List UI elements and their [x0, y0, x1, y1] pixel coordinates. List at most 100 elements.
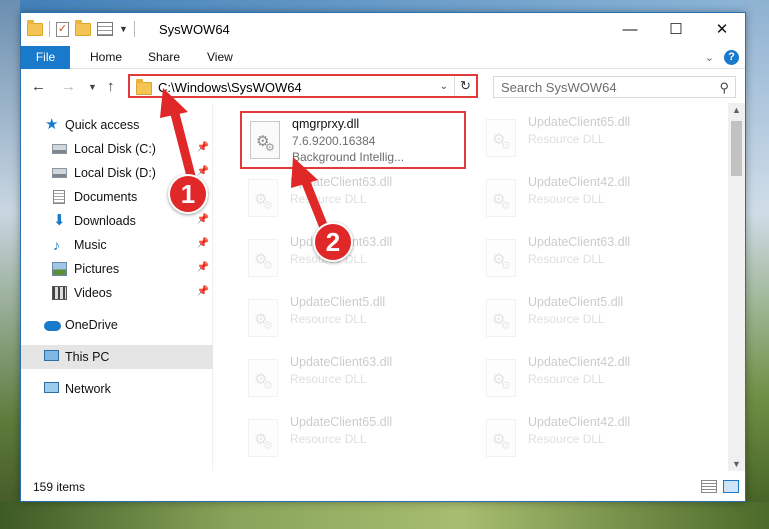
file-type: Resource DLL	[528, 192, 605, 206]
sidebar-item-music[interactable]: ♪ Music 📌	[21, 233, 213, 257]
maximize-button[interactable]: ☐	[653, 13, 699, 45]
window-controls: — ☐ ✕	[607, 13, 745, 45]
pin-icon: 📌	[196, 238, 209, 249]
help-icon[interactable]: ?	[724, 50, 739, 65]
recent-locations-chevron-icon[interactable]: ▼	[88, 82, 97, 92]
search-box[interactable]: Search SysWOW64 ⚲	[493, 76, 736, 98]
this-pc-icon	[44, 350, 59, 361]
sidebar-item-local-disk-c[interactable]: Local Disk (C:) 📌	[21, 137, 213, 161]
sidebar-item-this-pc[interactable]: This PC	[21, 345, 213, 369]
step-1-badge: 1	[168, 174, 208, 214]
file-type: Resource DLL	[528, 372, 605, 386]
file-type: Resource DLL	[528, 312, 605, 326]
address-bar[interactable]: C:\Windows\SysWOW64 ⌄ ↻	[128, 74, 478, 98]
downloads-icon: ⬇	[53, 212, 66, 229]
sidebar-item-quick-access[interactable]: ★ Quick access	[21, 113, 213, 137]
dll-file-icon: ⚙ ⚙	[486, 299, 516, 337]
file-item-qmgrprxy[interactable]: ⚙ ⚙ qmgrprxy.dll 7.6.9200.16384 Backgroun…	[240, 111, 466, 169]
properties-check-icon[interactable]: ✓	[56, 21, 69, 37]
file-name: UpdateClient42.dll	[528, 175, 631, 189]
dll-file-icon: ⚙ ⚙	[486, 359, 516, 397]
sidebar-item-network[interactable]: Network	[21, 377, 213, 401]
drive-icon	[52, 144, 67, 154]
sidebar-item-label: Quick access	[65, 118, 140, 132]
scroll-down-arrow-icon[interactable]: ▼	[732, 459, 741, 469]
status-bar: 159 items	[21, 471, 745, 501]
file-item[interactable]: ⚙ ⚙ UpdateClient5.dll Resource DLL	[478, 291, 702, 349]
file-item[interactable]: ⚙ ⚙ UpdateClient5.dll Resource DLL	[240, 291, 464, 349]
file-type: Resource DLL	[528, 132, 605, 146]
navigation-bar: ← → ▼ ↑ C:\Windows\SysWOW64 ⌄ ↻ Search S…	[21, 70, 745, 102]
large-icons-view-icon[interactable]	[723, 480, 739, 493]
sidebar-item-onedrive[interactable]: OneDrive	[21, 313, 213, 337]
file-item[interactable]: ⚙ ⚙ UpdateClient42.dll Resource DLL	[478, 351, 702, 409]
file-item[interactable]: ⚙⚙ UpdateClient63.dll Resource DLL	[240, 171, 464, 229]
refresh-icon[interactable]: ↻	[454, 76, 476, 96]
file-item[interactable]: ⚙⚙ UpdateClient63.dll Resource DLL	[240, 351, 464, 409]
sidebar-item-label: Network	[65, 382, 111, 396]
dll-file-icon: ⚙ ⚙	[250, 121, 280, 159]
onedrive-icon	[44, 321, 61, 331]
close-button[interactable]: ✕	[699, 13, 745, 45]
scrollbar-thumb[interactable]	[731, 121, 742, 176]
address-path[interactable]: C:\Windows\SysWOW64	[158, 80, 302, 95]
dll-file-icon: ⚙ ⚙	[248, 359, 278, 397]
folder-icon	[27, 19, 43, 36]
sidebar-item-label: Pictures	[74, 262, 120, 276]
drive-icon	[52, 168, 67, 178]
vertical-scrollbar[interactable]: ▲ ▼	[728, 103, 745, 471]
file-type: Resource DLL	[290, 432, 367, 446]
pictures-icon	[52, 262, 67, 276]
sidebar-item-label: Videos	[74, 286, 112, 300]
pin-icon: 📌	[196, 286, 209, 297]
new-folder-icon[interactable]	[75, 19, 91, 36]
quick-access-toolbar: ✓ ▼	[27, 19, 135, 37]
ribbon-tabs: File Home Share View ⌄ ?	[21, 46, 745, 69]
expand-ribbon-chevron-icon[interactable]: ⌄	[705, 51, 714, 64]
file-item[interactable]: ⚙ ⚙ UpdateClient42.dll Resource DLL	[478, 171, 702, 229]
sidebar-item-videos[interactable]: Videos 📌	[21, 281, 213, 305]
file-item[interactable]: ⚙ ⚙ UpdateClient65.dll Resource DLL	[240, 411, 464, 469]
scroll-up-arrow-icon[interactable]: ▲	[732, 105, 741, 115]
toolbar-divider	[133, 21, 135, 37]
file-name: UpdateClient63.dll	[290, 355, 393, 369]
dll-file-icon: ⚙ ⚙	[486, 119, 516, 157]
sidebar-item-label: Local Disk (D:)	[74, 166, 156, 180]
back-arrow-icon[interactable]: ←	[31, 78, 46, 95]
details-view-icon[interactable]	[701, 480, 717, 493]
dll-file-icon: ⚙ ⚙	[248, 239, 278, 277]
file-item[interactable]: ⚙ ⚙ UpdateClient65.dll Resource DLL	[478, 111, 702, 169]
tab-share[interactable]: Share	[148, 46, 180, 69]
properties-icon[interactable]	[97, 22, 113, 36]
sidebar-item-label: This PC	[65, 350, 110, 364]
item-count: 159 items	[33, 480, 86, 494]
step-2-badge: 2	[313, 222, 353, 262]
navigation-pane: ★ Quick access Local Disk (C:) 📌 Local D…	[21, 103, 213, 471]
customize-toolbar-dropdown[interactable]: ▼	[119, 24, 128, 34]
explorer-window: ✓ ▼ SysWOW64 — ☐ ✕ File Home Share View …	[20, 12, 746, 502]
tab-file[interactable]: File	[21, 46, 70, 69]
window-title: SysWOW64	[159, 22, 230, 37]
view-toggle	[701, 480, 739, 493]
folder-icon	[136, 79, 152, 95]
tab-view[interactable]: View	[207, 46, 233, 69]
dll-file-icon: ⚙ ⚙	[248, 419, 278, 457]
sidebar-item-label: Downloads	[74, 214, 136, 228]
address-dropdown-icon[interactable]: ⌄	[440, 81, 448, 92]
file-name: UpdateClient5.dll	[528, 295, 624, 309]
file-list: ⚙ ⚙ qmgrprxy.dll 7.6.9200.16384 Backgroun…	[226, 103, 731, 471]
search-icon[interactable]: ⚲	[719, 80, 729, 96]
music-icon: ♪	[53, 237, 60, 253]
file-item[interactable]: ⚙ ⚙ UpdateClient42.dll Resource DLL	[478, 411, 702, 469]
up-arrow-icon[interactable]: ↑	[107, 78, 115, 95]
forward-arrow-icon[interactable]: →	[61, 78, 76, 95]
minimize-button[interactable]: —	[607, 13, 653, 45]
sidebar-item-label: Music	[74, 238, 107, 252]
dll-file-icon: ⚙ ⚙	[248, 299, 278, 337]
file-type: Resource DLL	[528, 432, 605, 446]
search-placeholder: Search SysWOW64	[501, 80, 617, 95]
tab-home[interactable]: Home	[90, 46, 122, 69]
dll-file-icon: ⚙ ⚙	[486, 419, 516, 457]
sidebar-item-pictures[interactable]: Pictures 📌	[21, 257, 213, 281]
file-item[interactable]: ⚙⚙ UpdateClient63.dll Resource DLL	[478, 231, 702, 289]
